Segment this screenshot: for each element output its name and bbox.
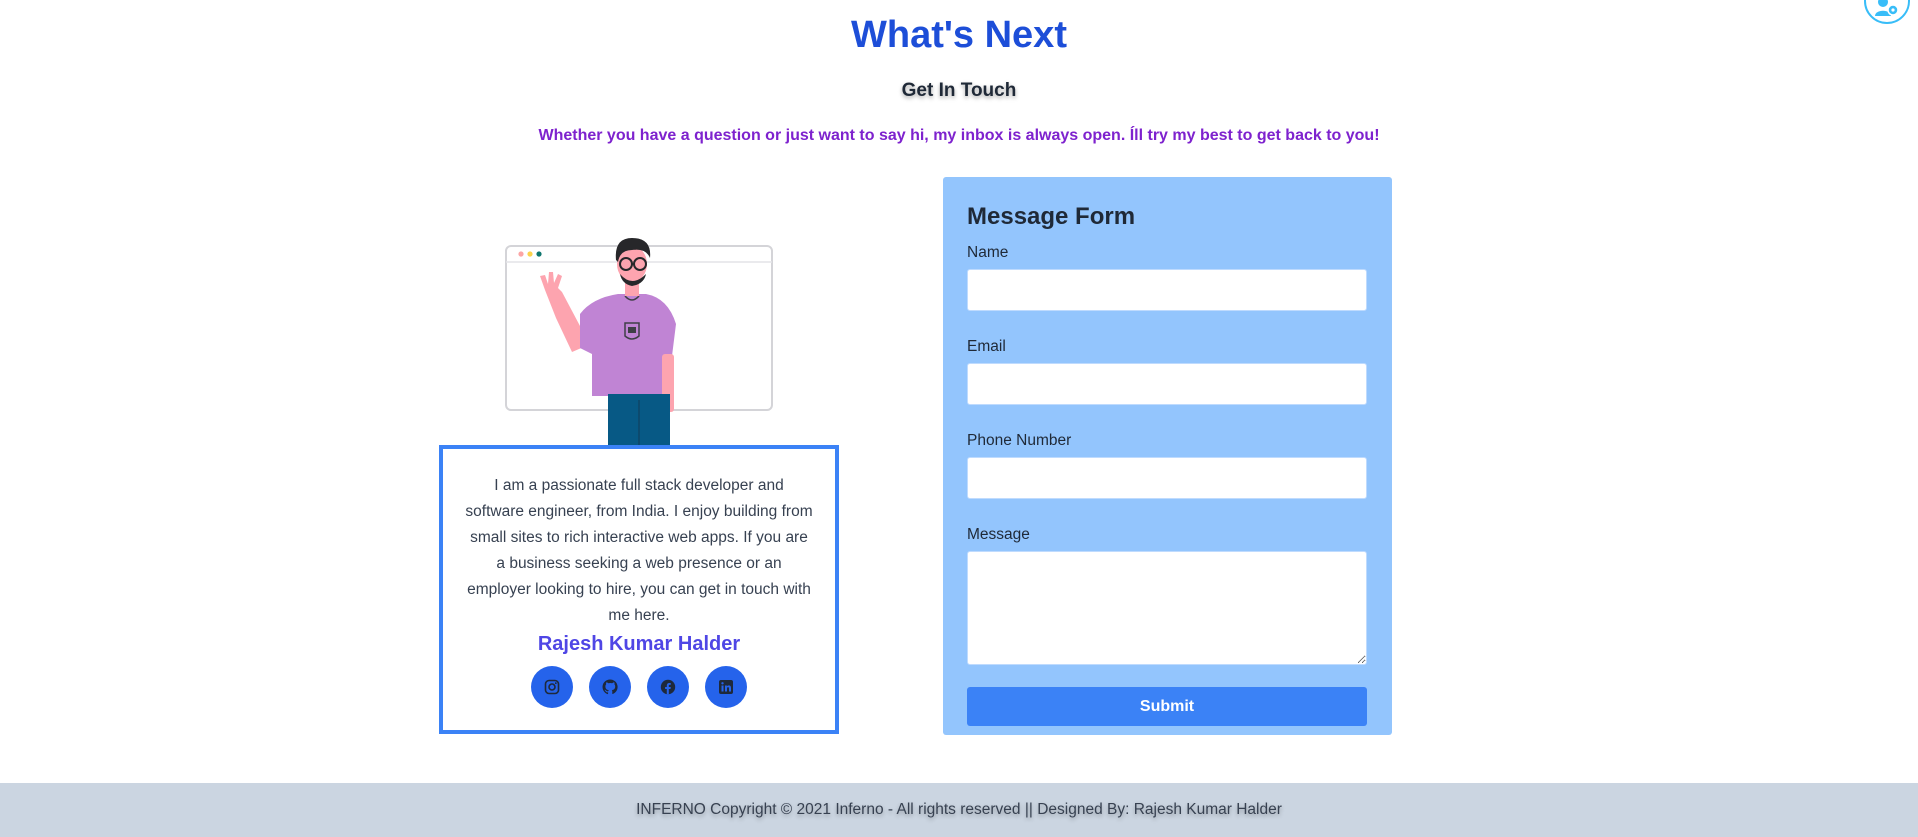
form-title: Message Form [967, 203, 1136, 230]
phone-label: Phone Number [967, 432, 1072, 449]
name-label: Name [967, 244, 1009, 261]
author-name: Rajesh Kumar Halder [537, 633, 741, 655]
linkedin-icon [719, 680, 733, 694]
linkedin-link[interactable] [705, 666, 747, 708]
submit-button[interactable]: Submit [967, 687, 1367, 726]
social-links [443, 666, 835, 708]
about-card: I am a passionate full stack developer a… [439, 445, 839, 734]
message-label: Message [967, 526, 1030, 543]
email-field[interactable] [967, 363, 1367, 405]
github-icon [602, 679, 618, 695]
instagram-icon [544, 679, 560, 695]
email-label: Email [967, 338, 1006, 355]
intro-text: Whether you have a question or just want… [538, 127, 1380, 144]
instagram-link[interactable] [531, 666, 573, 708]
page-title: What's Next [851, 14, 1067, 56]
message-form: Message Form Name Email Phone Number Mes… [943, 177, 1392, 735]
phone-field[interactable] [967, 457, 1367, 499]
developer-illustration [505, 238, 773, 446]
github-link[interactable] [589, 666, 631, 708]
facebook-link[interactable] [647, 666, 689, 708]
bio-text: I am a passionate full stack developer a… [465, 477, 813, 624]
facebook-icon [660, 679, 676, 695]
message-field[interactable] [967, 551, 1367, 665]
page-subtitle: Get In Touch [901, 80, 1017, 101]
footer: INFERNO Copyright © 2021 Inferno - All r… [0, 783, 1918, 837]
footer-copyright: INFERNO Copyright © 2021 Inferno - All r… [636, 801, 1282, 818]
name-field[interactable] [967, 269, 1367, 311]
